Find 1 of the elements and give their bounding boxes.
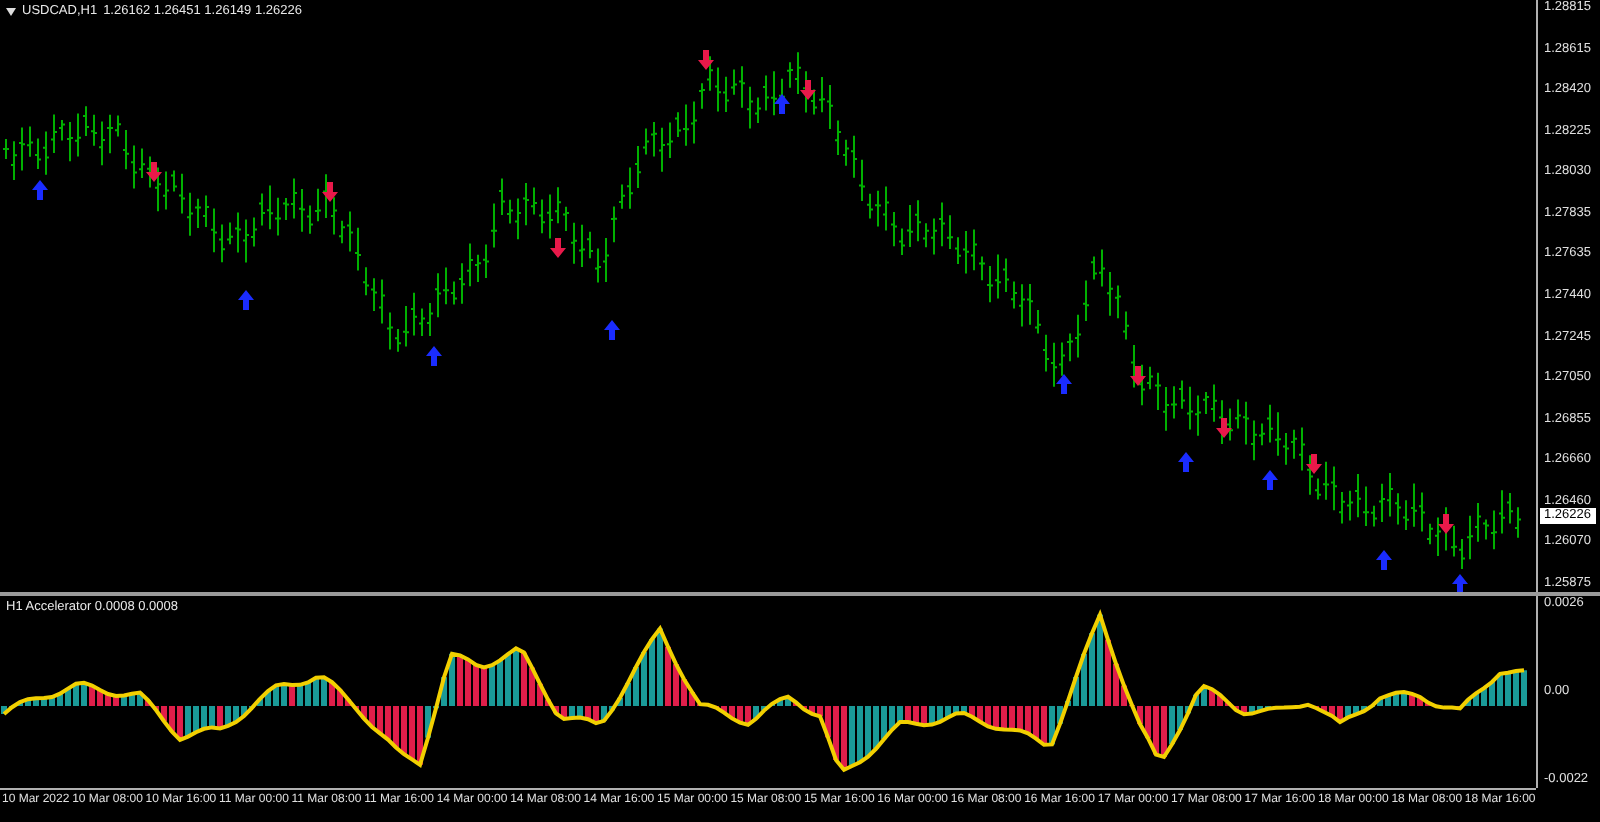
dropdown-triangle-icon[interactable]: [6, 8, 16, 16]
